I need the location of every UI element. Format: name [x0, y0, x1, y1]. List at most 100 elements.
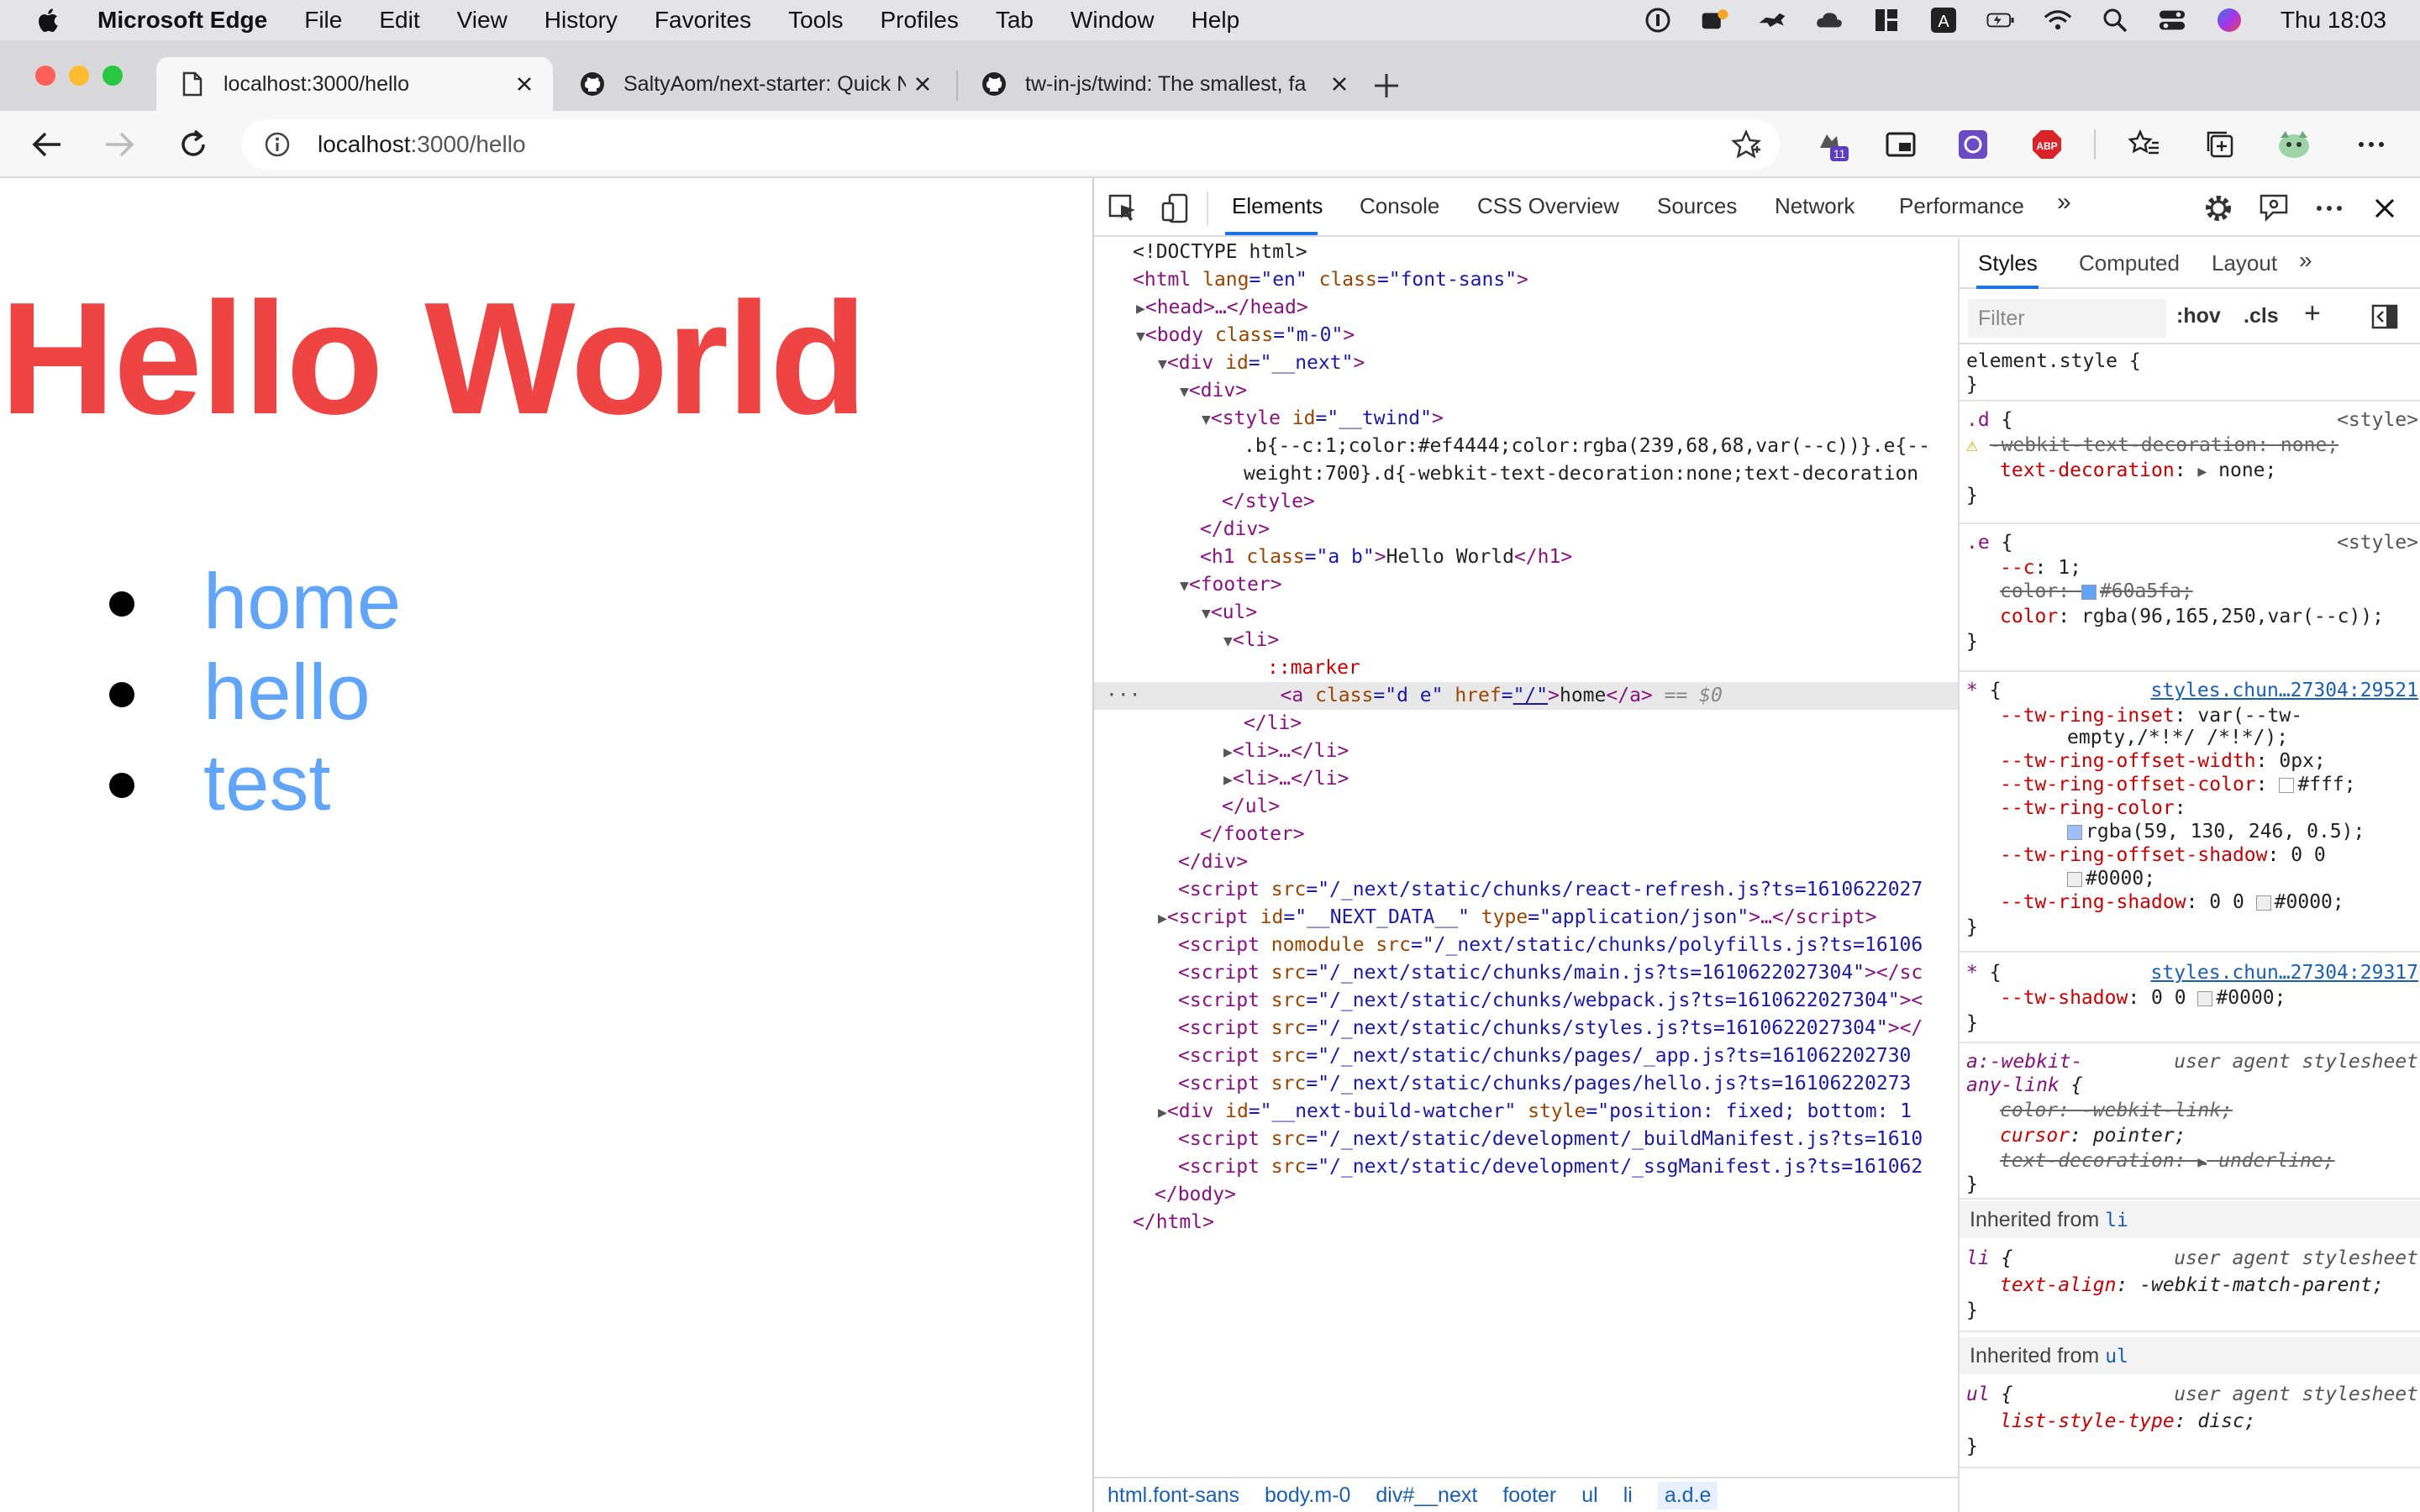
- devtools-more-icon[interactable]: [2312, 192, 2346, 225]
- window-close-button[interactable]: [35, 66, 55, 86]
- dom-node-h1[interactable]: <h1 class="a b">Hello World</h1>: [1094, 543, 1958, 571]
- gear-icon[interactable]: [2202, 192, 2235, 225]
- dom-close-html[interactable]: </html>: [1094, 1209, 1958, 1236]
- breadcrumb-item[interactable]: footer: [1502, 1483, 1556, 1508]
- favorite-star-icon[interactable]: [1731, 129, 1761, 160]
- rule-universal-ring[interactable]: * {styles.chun…27304:29521 --tw-ring-ins…: [1960, 674, 2420, 953]
- dom-node-div-next[interactable]: ▼<div id="__next">: [1094, 349, 1958, 377]
- hover-state-button[interactable]: :hov: [2176, 304, 2221, 328]
- inherited-selector[interactable]: ul: [2105, 1346, 2128, 1368]
- toggle-sidebar-icon[interactable]: [2371, 304, 2398, 329]
- rule-source-link[interactable]: styles.chun…27304:29521: [2151, 679, 2419, 702]
- dom-close-li[interactable]: </li>: [1094, 710, 1958, 738]
- adblock-plus-icon[interactable]: ABP: [2028, 126, 2065, 163]
- favorites-icon[interactable]: [2126, 126, 2163, 163]
- menubar-clock[interactable]: Thu 18:03: [2281, 7, 2386, 34]
- refresh-button[interactable]: [173, 124, 213, 165]
- filter-input[interactable]: Filter: [1968, 299, 2166, 338]
- breadcrumb-item[interactable]: div#__next: [1376, 1483, 1477, 1508]
- window-minimize-button[interactable]: [69, 66, 89, 86]
- tab-console[interactable]: Console: [1360, 193, 1439, 219]
- dom-close-footer[interactable]: </footer>: [1094, 821, 1958, 848]
- pip-extension-icon[interactable]: [1882, 126, 1919, 163]
- cat-icon[interactable]: [1758, 8, 1786, 33]
- menu-help[interactable]: Help: [1192, 7, 1240, 34]
- rule-source[interactable]: <style>: [2337, 408, 2418, 432]
- rule-d[interactable]: .d {<style> ⚠ -webkit-text-decoration: n…: [1960, 403, 2420, 524]
- breadcrumb-item[interactable]: ul: [1581, 1483, 1597, 1508]
- new-tab-button[interactable]: [1366, 66, 1407, 106]
- tab-close-icon[interactable]: [508, 67, 541, 101]
- tab-sources[interactable]: Sources: [1657, 193, 1737, 219]
- dom-style-text[interactable]: weight:700}.d{-webkit-text-decoration:no…: [1094, 460, 1958, 488]
- rule-source-link[interactable]: styles.chun…27304:29317: [2151, 961, 2419, 984]
- search-icon[interactable]: [2101, 8, 2129, 33]
- dom-pseudo-marker[interactable]: ::marker: [1094, 654, 1958, 682]
- feedback-icon[interactable]: [2257, 192, 2291, 225]
- dom-node-li-collapsed[interactable]: ▶<li>…</li>: [1094, 738, 1958, 765]
- onepassword-icon[interactable]: [1644, 8, 1672, 33]
- grid-icon[interactable]: [1872, 8, 1901, 33]
- collections-icon[interactable]: [2202, 126, 2238, 163]
- attr-value[interactable]: "/": [1513, 685, 1549, 706]
- dom-close-ul[interactable]: </ul>: [1094, 793, 1958, 821]
- app-name-menu[interactable]: Microsoft Edge: [97, 7, 267, 34]
- new-rule-button[interactable]: +: [2304, 297, 2321, 330]
- link-test[interactable]: test: [203, 738, 331, 828]
- dom-close-div[interactable]: </div>: [1094, 516, 1958, 543]
- dom-style-text[interactable]: .b{--c:1;color:#ef4444;color:rgba(239,68…: [1094, 433, 1958, 460]
- dom-node-script[interactable]: <script src="/_next/static/development/_…: [1094, 1153, 1958, 1181]
- battery-icon[interactable]: [1986, 8, 2015, 33]
- breadcrumb-item[interactable]: body.m-0: [1265, 1483, 1350, 1508]
- rule-universal-shadow[interactable]: * {styles.chun…27304:29317 --tw-shadow: …: [1960, 954, 2420, 1043]
- tab-twind[interactable]: tw-in-js/twind: The smallest, fa: [958, 57, 1368, 111]
- extension-cat-icon[interactable]: 11: [1813, 126, 1850, 163]
- tab-localhost-hello[interactable]: localhost:3000/hello: [156, 57, 553, 111]
- menu-tab[interactable]: Tab: [996, 7, 1034, 34]
- cloud-icon[interactable]: [1815, 8, 1844, 33]
- class-toggle-button[interactable]: .cls: [2244, 304, 2279, 328]
- back-button[interactable]: [27, 124, 67, 165]
- tab-close-icon[interactable]: [906, 67, 939, 101]
- menu-file[interactable]: File: [304, 7, 342, 34]
- tab-close-icon[interactable]: [1323, 67, 1356, 101]
- dom-close-div[interactable]: </div>: [1094, 848, 1958, 876]
- close-devtools-icon[interactable]: [2368, 192, 2402, 225]
- menu-window[interactable]: Window: [1071, 7, 1155, 34]
- tab-css-overview[interactable]: CSS Overview: [1477, 193, 1619, 219]
- dom-close-style[interactable]: </style>: [1094, 488, 1958, 516]
- dom-node-doctype[interactable]: <!DOCTYPE html>: [1094, 239, 1958, 266]
- control-center-icon[interactable]: [2158, 8, 2186, 33]
- rule-element-style[interactable]: element.style { }: [1960, 346, 2420, 402]
- dom-node-script[interactable]: <script src="/_next/static/chunks/webpac…: [1094, 987, 1958, 1015]
- rule-ul-ua[interactable]: ul {user agent stylesheet list-style-typ…: [1960, 1374, 2420, 1468]
- notification-icon[interactable]: [1701, 8, 1729, 33]
- rule-webkit-any-link[interactable]: a:-webkit-user agent stylesheet any-link…: [1960, 1045, 2420, 1200]
- dom-node-script[interactable]: <script nomodule src="/_next/static/chun…: [1094, 932, 1958, 959]
- wifi-icon[interactable]: [2044, 8, 2072, 33]
- menu-view[interactable]: View: [457, 7, 508, 34]
- menu-edit[interactable]: Edit: [379, 7, 419, 34]
- dom-node-body[interactable]: ▼<body class="m-0">: [1094, 322, 1958, 349]
- inherited-selector[interactable]: li: [2105, 1210, 2128, 1231]
- rule-source[interactable]: <style>: [2337, 531, 2418, 554]
- dom-node-script[interactable]: <script src="/_next/static/chunks/pages/…: [1094, 1042, 1958, 1070]
- tab-performance[interactable]: Performance: [1899, 193, 2024, 219]
- profile-avatar-icon[interactable]: [2275, 126, 2312, 163]
- dom-node-a-selected[interactable]: ··· <a class="d e" href="/">home</a> == $…: [1094, 682, 1958, 710]
- breadcrumb-item[interactable]: html.font-sans: [1107, 1483, 1239, 1508]
- dom-node-head[interactable]: ▶<head>…</head>: [1094, 294, 1958, 322]
- purple-extension-icon[interactable]: [1954, 126, 1991, 163]
- tab-elements[interactable]: Elements: [1232, 193, 1323, 219]
- dom-node-ul[interactable]: ▼<ul>: [1094, 599, 1958, 627]
- dom-node-style[interactable]: ▼<style id="__twind">: [1094, 405, 1958, 433]
- dom-node-footer[interactable]: ▼<footer>: [1094, 571, 1958, 599]
- dom-node-html[interactable]: <html lang="en" class="font-sans">: [1094, 266, 1958, 294]
- address-bar[interactable]: localhost:3000/hello: [242, 119, 1780, 170]
- tab-computed[interactable]: Computed: [2079, 250, 2180, 276]
- menu-history[interactable]: History: [544, 7, 618, 34]
- breadcrumb-item[interactable]: li: [1623, 1483, 1633, 1508]
- dom-close-body[interactable]: </body>: [1094, 1181, 1958, 1209]
- breadcrumb-item-current[interactable]: a.d.e: [1657, 1481, 1718, 1509]
- more-tabs-icon[interactable]: »: [2057, 188, 2071, 217]
